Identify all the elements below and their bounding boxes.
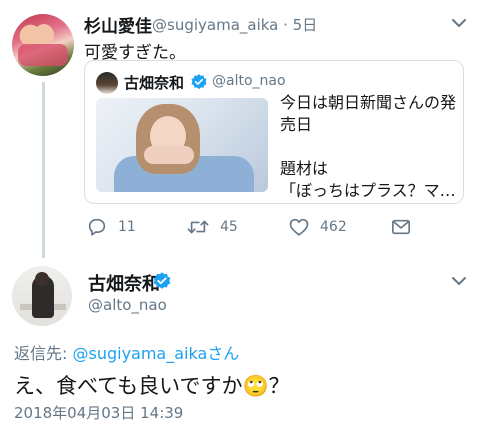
reply-button[interactable]: 11: [86, 216, 136, 238]
photo-hands: [144, 146, 194, 164]
quoted-text-line: 売日: [280, 115, 313, 134]
quoted-photo[interactable]: [96, 98, 268, 192]
tweet-timestamp[interactable]: 2018年04月03日 14:39: [14, 402, 183, 423]
envelope-icon: [392, 219, 410, 235]
tweet-author-name[interactable]: 杉山愛佳: [84, 12, 152, 37]
quoted-handle: @alto_nao: [212, 73, 286, 89]
quoted-text-line: 題材は: [280, 159, 329, 178]
tweet-author-name[interactable]: 古畑奈和: [88, 270, 160, 296]
retweet-icon: [187, 220, 209, 234]
verified-badge-icon: [190, 73, 208, 91]
reply-icon: [88, 218, 106, 236]
eye-roll-emoji-icon: 🙄: [242, 374, 269, 398]
retweet-count: 45: [220, 219, 238, 235]
verified-badge-icon: [152, 271, 172, 291]
direct-message-button[interactable]: [390, 217, 422, 237]
heart-icon: [289, 218, 309, 236]
retweet-button[interactable]: 45: [186, 216, 238, 238]
avatar-face: [34, 24, 54, 46]
chevron-down-icon[interactable]: [448, 12, 470, 34]
avatar-head: [35, 272, 49, 286]
chevron-down-icon[interactable]: [448, 270, 470, 292]
quoted-text: 今日は朝日新聞さんの発 売日 題材は 「ぼっちはプラス？マ…: [280, 92, 458, 202]
quoted-avatar: [96, 72, 118, 94]
quoted-author-name: 古畑奈和: [124, 74, 185, 92]
avatar[interactable]: [12, 266, 72, 326]
quoted-text-line: 「ぼっちはプラス？マ…: [280, 181, 456, 200]
tweet-text-body: え、食べても良いですか: [14, 374, 243, 398]
tweet-handle-time[interactable]: @sugiyama_aika · 5日: [152, 14, 317, 35]
like-count: 462: [320, 219, 347, 235]
tweet-handle[interactable]: @alto_nao: [88, 296, 167, 314]
tweet-text-suffix: ？: [268, 374, 290, 398]
reply-mention-link[interactable]: @sugiyama_aikaさん: [72, 344, 239, 363]
thread-line: [42, 82, 45, 258]
reply-context: 返信先: @sugiyama_aikaさん: [14, 340, 239, 364]
quoted-text-line: [280, 136, 458, 158]
like-button[interactable]: 462: [288, 216, 347, 238]
reply-count: 11: [118, 219, 136, 235]
avatar-clothes: [18, 44, 68, 66]
reply-prefix: 返信先:: [14, 344, 73, 363]
avatar[interactable]: [12, 14, 74, 76]
quoted-text-line: 今日は朝日新聞さんの発: [280, 93, 457, 112]
tweet-text: え、食べても良いですか🙄？: [14, 370, 290, 400]
